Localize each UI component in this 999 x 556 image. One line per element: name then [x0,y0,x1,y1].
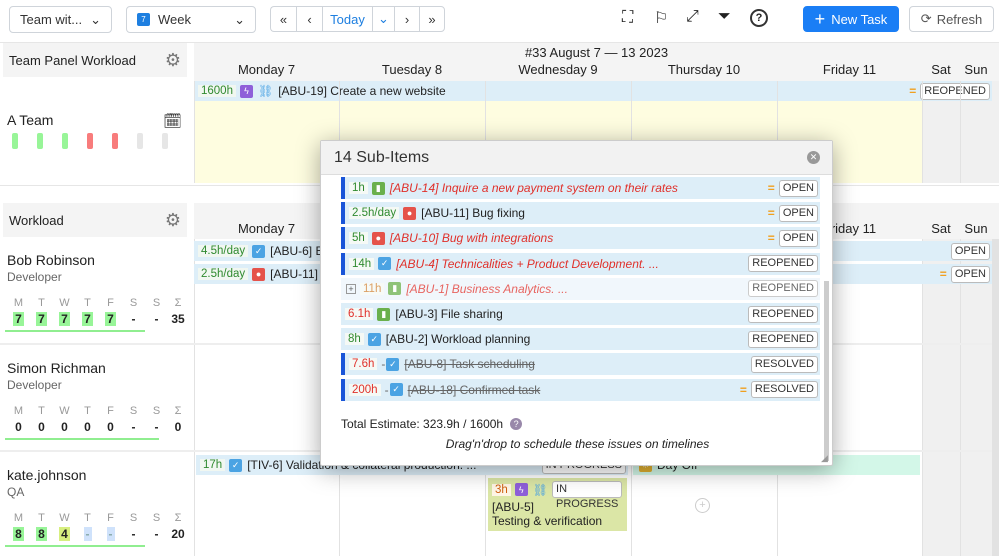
sub-item-row[interactable]: 200h - ✓ [ABU-18] Confirmed task = RESOLVED [341,378,820,401]
scrollbar[interactable] [992,239,999,556]
refresh-button[interactable]: ⟳ Refresh [909,6,994,32]
drag-hint: Drag'n'drop to schedule these issues on … [445,437,710,451]
sub-item-row[interactable]: 5h ● [ABU-10] Bug with integrations = OPEN [341,227,820,250]
gear-icon[interactable]: ⚙ [165,210,181,231]
hierarchy-icon: ⛓ [257,84,274,98]
team-task-bar[interactable]: 1600h ϟ ⛓ [ABU-19] Create a new website = REO… [194,81,992,101]
bug-icon: ● [371,231,385,245]
day-header: Sat [931,221,951,236]
person-row[interactable]: Bob Robinson Developer [7,252,95,284]
help-icon[interactable]: ? [750,9,768,27]
day-header: Monday 7 [237,221,296,236]
task-icon: ✓ [367,332,381,346]
today-dropdown[interactable]: ⌄ [372,6,394,32]
chevron-down-icon: ⌄ [234,11,245,27]
flag-icon[interactable]: ⚐ [654,8,668,28]
priority-medium-icon: = [909,84,917,98]
expand-icon[interactable]: + [346,283,356,294]
sub-item-row[interactable]: 2.5h/day ● [ABU-11] Bug fixing = OPEN [341,202,820,225]
prev-far-button[interactable]: « [270,6,296,32]
sub-items-popup: 14 Sub-Items ✕ 1h ▮ [ABU-14] Inquire a new… [320,140,833,466]
priority-medium-icon: = [767,181,775,195]
sub-item-row[interactable]: 8h ✓ [ABU-2] Workload planning REOPENED [341,328,820,351]
bug-icon: ● [403,206,417,220]
person-row[interactable]: Simon Richman Developer [7,360,106,392]
day-header: Friday 11 [822,62,877,77]
story-icon: ▮ [388,282,402,296]
next-button[interactable]: › [394,6,419,32]
team-select[interactable]: Team wit... ⌄ [9,6,112,33]
load-indicator [12,133,18,149]
task-icon: ✓ [378,257,392,271]
epic-icon: ϟ [239,84,253,98]
add-icon[interactable]: + [695,498,710,513]
calendar-clock-icon[interactable]: 🗓 [163,112,182,130]
scrollbar[interactable] [824,281,829,461]
day-header: Sun [964,221,988,236]
person-row[interactable]: kate.johnson QA [7,467,86,499]
load-indicator [137,133,143,149]
resize-handle[interactable]: ◢ [821,453,828,464]
task-icon: ✓ [386,357,400,371]
day-header: Sat [931,62,951,77]
total-estimate: Total Estimate: 323.9h / 1600h [341,417,504,431]
load-indicator [62,133,68,149]
day-header: Sun [964,62,988,77]
story-icon: ▮ [371,181,385,195]
week-summary: M T W T F S S Σ 8 8 4- - - -20 [13,512,185,541]
sub-item-row[interactable]: 7.6h - ✓ [ABU-8] Task scheduling RESOLVED [341,353,820,376]
load-indicator [112,133,118,149]
filter-icon[interactable]: ⏷ [718,8,731,26]
next-far-button[interactable]: » [419,6,445,32]
day-header: Wednesday 9 [518,62,598,77]
workload-header: Workload ⚙ [3,203,187,237]
plus-icon: + [814,8,826,29]
week-title: #33 August 7 — 13 2023 [524,45,669,60]
sub-item-row[interactable]: 14h ✓ [ABU-4] Technicalities + Product Dev… [341,252,820,275]
focus-icon[interactable]: ⛶ [622,9,633,27]
story-icon: ▮ [377,307,391,321]
view-select[interactable]: 7 Week ⌄ [126,6,256,33]
week-summary: M T W T F S S Σ 7 7 7 7 7- -35 [13,297,185,326]
priority-medium-icon: = [767,206,775,221]
priority-medium-icon: = [739,382,747,397]
load-indicator [87,133,93,149]
day-header: Tuesday 8 [381,62,443,77]
priority-medium-icon: = [767,231,775,246]
day-header: Thursday 10 [667,62,741,77]
today-button[interactable]: Today [322,6,372,32]
day-header: Monday 7 [237,62,296,77]
sub-item-row[interactable]: +11h ▮ [ABU-1] Business Analytics. ... REOP… [341,277,820,300]
team-panel-header: Team Panel Workload ⚙ [3,43,187,77]
refresh-icon: ⟳ [920,11,932,26]
task-icon: ✓ [389,383,403,397]
load-indicator [37,133,43,149]
help-icon[interactable]: ? [510,418,523,430]
gear-icon[interactable]: ⚙ [165,50,181,71]
calendar-icon: 7 [137,13,150,26]
week-summary: MTWTFSSΣ00000--0 [13,405,182,434]
task-card[interactable]: 3h ϟ ⛓ IN PROGRESS [ABU-5] Testing & verific… [488,478,627,531]
sub-item-row[interactable]: 6.1h ▮ [ABU-3] File sharing REOPENED [341,303,820,325]
chevron-down-icon: ⌄ [90,11,101,27]
close-icon[interactable]: ✕ [807,151,820,164]
team-name: A Team [7,112,54,128]
fullscreen-icon[interactable]: ⤢ [686,8,699,26]
popup-title: 14 Sub-Items [334,149,430,166]
load-indicator [162,133,168,149]
prev-button[interactable]: ‹ [296,6,322,32]
sub-item-row[interactable]: 1h ▮ [ABU-14] Inquire a new payment system… [341,177,820,199]
new-task-button[interactable]: + New Task [803,6,899,32]
